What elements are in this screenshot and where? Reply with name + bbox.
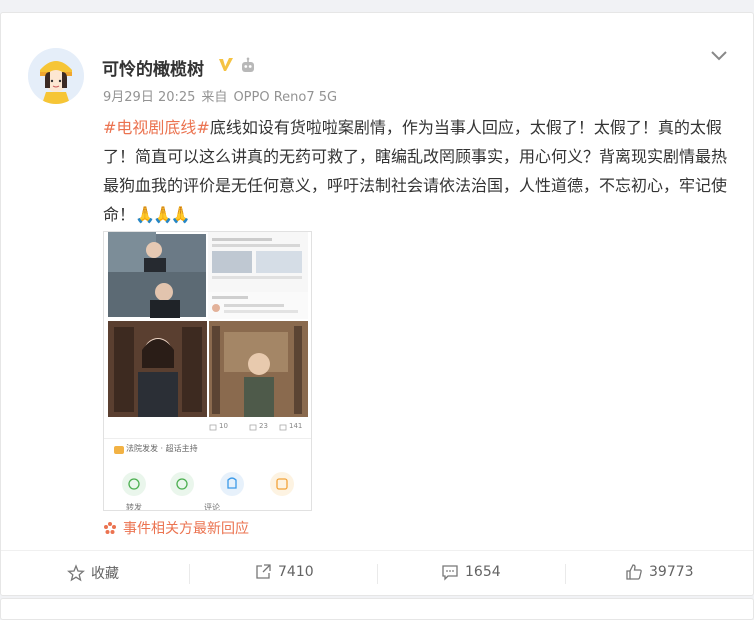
attached-screenshot-image[interactable]: 10 23 141 法院发发 · 超话主持 转发 评论: [103, 231, 312, 511]
repost-button[interactable]: 7410: [254, 563, 314, 581]
shot-stat-likes: 10: [219, 422, 228, 430]
shot-stat-reposts: 141: [289, 422, 303, 430]
like-count: 39773: [649, 564, 694, 580]
shot-stat-comments: 23: [259, 422, 268, 430]
next-post-card: [0, 598, 754, 620]
favorite-button[interactable]: 收藏: [67, 563, 119, 583]
repost-count: 7410: [278, 564, 314, 580]
like-button[interactable]: 39773: [625, 563, 694, 581]
robot-badge-icon: [242, 57, 254, 72]
verified-v-icon: [219, 58, 233, 71]
event-response-label: 事件相关方最新回应: [123, 521, 249, 537]
shot-comment-label: 评论: [204, 503, 220, 511]
comment-count: 1654: [465, 564, 501, 580]
star-icon: [67, 564, 85, 582]
comment-button[interactable]: 1654: [441, 563, 501, 581]
source-device: OPPO Reno7 5G: [233, 90, 338, 105]
praying-hands-emoji: 🙏🙏🙏: [135, 205, 191, 224]
chevron-down-icon[interactable]: [709, 49, 729, 63]
event-flower-icon: [104, 522, 116, 534]
post-time[interactable]: 9月29日 20:25: [103, 90, 195, 105]
divider: [565, 564, 566, 584]
avatar[interactable]: [28, 48, 84, 104]
hashtag-link[interactable]: #电视剧底线#: [103, 118, 210, 137]
author-name[interactable]: 可怜的橄榄树: [102, 55, 204, 80]
divider: [377, 564, 378, 584]
post-meta: 9月29日 20:25 来自 OPPO Reno7 5G: [103, 86, 343, 105]
share-icon: [256, 564, 271, 579]
weibo-post-card: 可怜的橄榄树 9月29日 20:25 来自 OPPO Reno7 5G #电视剧底线…: [0, 12, 754, 596]
source-prefix: 来自: [201, 90, 228, 105]
post-text: #电视剧底线#底线如设有货啦啦案剧情，作为当事人回应，太假了！太假了！真的太假了…: [103, 113, 728, 229]
comment-icon: [442, 565, 458, 581]
favorite-label: 收藏: [91, 566, 119, 582]
divider: [189, 564, 190, 584]
thumbs-up-icon: [626, 564, 642, 580]
event-response-link[interactable]: 事件相关方最新回应: [103, 518, 249, 538]
shot-account: 法院发发 · 超话主持: [126, 444, 198, 453]
shot-repost-label: 转发: [126, 503, 142, 511]
action-bar: 收藏 7410 1654 39773: [1, 550, 753, 596]
